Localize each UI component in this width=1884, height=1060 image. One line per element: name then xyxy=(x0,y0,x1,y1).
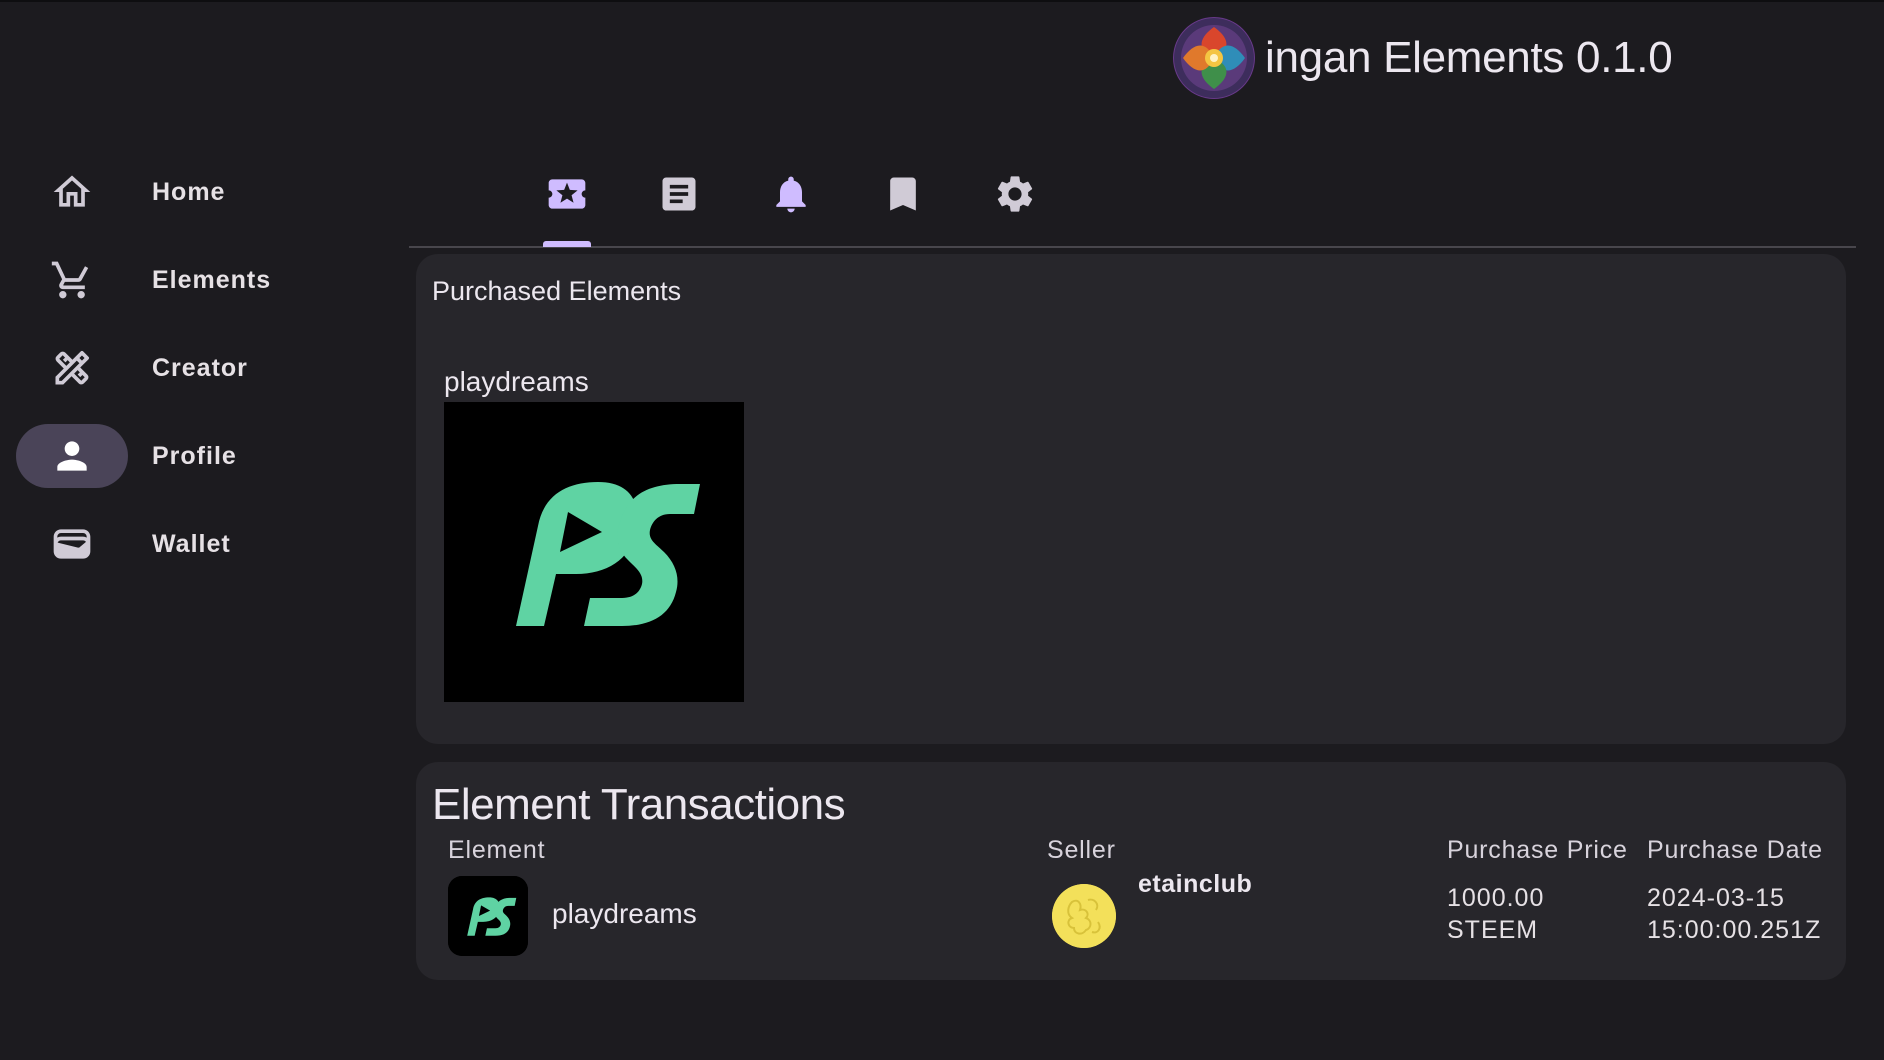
app-logo xyxy=(1173,17,1255,99)
purchase-date-time: 15:00:00.251Z xyxy=(1647,916,1822,944)
nav-item-wallet[interactable]: Wallet xyxy=(16,512,346,576)
nav-label-creator: Creator xyxy=(152,353,248,382)
nav-item-home[interactable]: Home xyxy=(16,160,346,224)
column-header-seller: Seller xyxy=(1047,836,1116,864)
element-transactions-card: Element Transactions Element Seller Purc… xyxy=(416,762,1846,980)
app-title: ingan Elements 0.1.0 xyxy=(1265,33,1673,82)
seller-avatar-image xyxy=(1052,884,1116,948)
ticket-star-icon xyxy=(548,179,586,209)
purchase-date-day: 2024-03-15 xyxy=(1647,884,1785,912)
seller-name[interactable]: etainclub xyxy=(1138,870,1252,899)
tab-purchased[interactable] xyxy=(527,160,607,247)
purchase-price: 1000.00 STEEM xyxy=(1447,882,1544,946)
playdreams-logo xyxy=(448,876,528,956)
nav-label-home: Home xyxy=(152,177,226,206)
nav-label-profile: Profile xyxy=(152,441,237,470)
transaction-element-name[interactable]: playdreams xyxy=(552,898,697,930)
tab-notifications[interactable] xyxy=(751,160,831,246)
nav-label-elements: Elements xyxy=(152,265,272,294)
element-transactions-title: Element Transactions xyxy=(432,780,846,829)
gear-icon xyxy=(997,176,1033,212)
transaction-element-thumbnail[interactable] xyxy=(448,876,528,956)
bell-icon xyxy=(776,176,806,213)
element-card-name[interactable]: playdreams xyxy=(444,366,589,398)
nav-item-creator[interactable]: Creator xyxy=(16,336,346,400)
purchase-date: 2024-03-15 15:00:00.251Z xyxy=(1647,882,1821,946)
purchase-price-amount: 1000.00 xyxy=(1447,884,1545,912)
nav-item-elements[interactable]: Elements xyxy=(16,248,346,312)
home-icon xyxy=(16,160,128,224)
window-top-border xyxy=(0,0,1884,2)
person-icon xyxy=(16,424,128,488)
purchase-price-currency: STEEM xyxy=(1447,916,1539,944)
column-header-date: Purchase Date xyxy=(1647,836,1823,864)
column-header-element: Element xyxy=(448,836,546,864)
tab-settings[interactable] xyxy=(975,160,1055,246)
nav-item-profile[interactable]: Profile xyxy=(16,424,346,488)
seller-avatar[interactable] xyxy=(1052,884,1116,948)
profile-tab-bar xyxy=(409,160,1856,248)
element-card-image[interactable] xyxy=(444,402,744,702)
purchased-elements-card: Purchased Elements playdreams xyxy=(416,254,1846,744)
playdreams-logo xyxy=(444,402,744,702)
column-header-price: Purchase Price xyxy=(1447,836,1628,864)
nav-label-wallet: Wallet xyxy=(152,529,231,558)
wallet-icon xyxy=(16,512,128,576)
cart-icon xyxy=(16,248,128,312)
article-icon xyxy=(662,177,696,211)
tab-bookmarks[interactable] xyxy=(863,160,943,246)
design-pencil-icon xyxy=(16,336,128,400)
tab-articles[interactable] xyxy=(639,160,719,246)
active-tab-indicator xyxy=(543,241,591,247)
bookmark-icon xyxy=(890,177,916,211)
purchased-elements-title: Purchased Elements xyxy=(432,276,682,306)
app-header: ingan Elements 0.1.0 xyxy=(1173,17,1673,99)
